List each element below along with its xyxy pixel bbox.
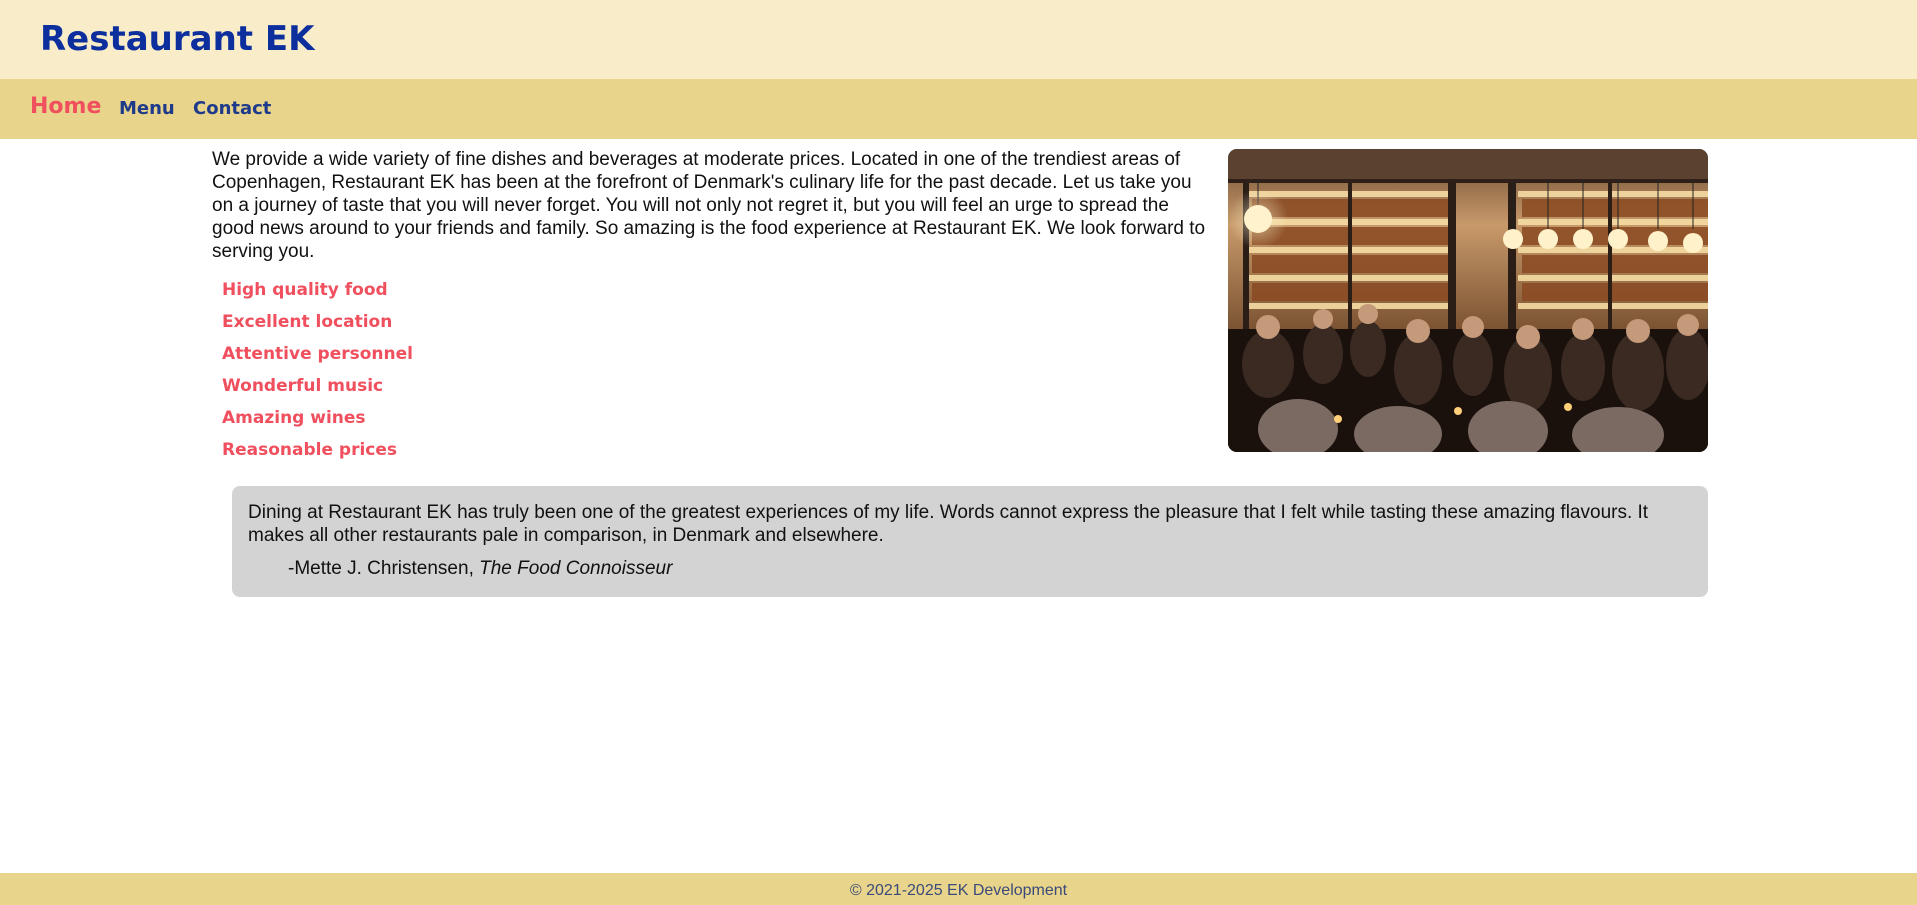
nav-link-home[interactable]: Home [30, 77, 101, 137]
main-nav: Home Menu Contact [0, 79, 1917, 139]
nav-link-contact[interactable]: Contact [193, 79, 271, 139]
feature-item: Excellent location [222, 312, 393, 332]
feature-item: Wonderful music [222, 376, 384, 396]
restaurant-photo [1228, 149, 1708, 452]
site-footer: © 2021-2025 EK Development [0, 873, 1917, 905]
testimonial-box: Dining at Restaurant EK has truly been o… [232, 486, 1708, 597]
testimonial-source: The Food Connoisseur [479, 558, 673, 579]
testimonial-text: Dining at Restaurant EK has truly been o… [248, 502, 1649, 546]
feature-item: Reasonable prices [222, 440, 398, 460]
intro-paragraph: We provide a wide variety of fine dishes… [212, 149, 1206, 262]
feature-item: High quality food [222, 280, 388, 300]
testimonial-author: -Mette J. Christensen, [288, 558, 474, 579]
page: Restaurant EK Home Menu Contact We provi… [0, 0, 1917, 905]
nav-link-menu[interactable]: Menu [119, 79, 175, 139]
testimonial-attribution: -Mette J. Christensen, The Food Connoiss… [288, 557, 672, 580]
site-header: Restaurant EK [0, 0, 1917, 79]
site-title: Restaurant EK [40, 19, 315, 59]
feature-item: Attentive personnel [222, 344, 413, 364]
feature-item: Amazing wines [222, 408, 366, 428]
copyright-text: © 2021-2025 EK Development [849, 882, 1068, 899]
features-list: High quality food Excellent location Att… [222, 277, 413, 469]
